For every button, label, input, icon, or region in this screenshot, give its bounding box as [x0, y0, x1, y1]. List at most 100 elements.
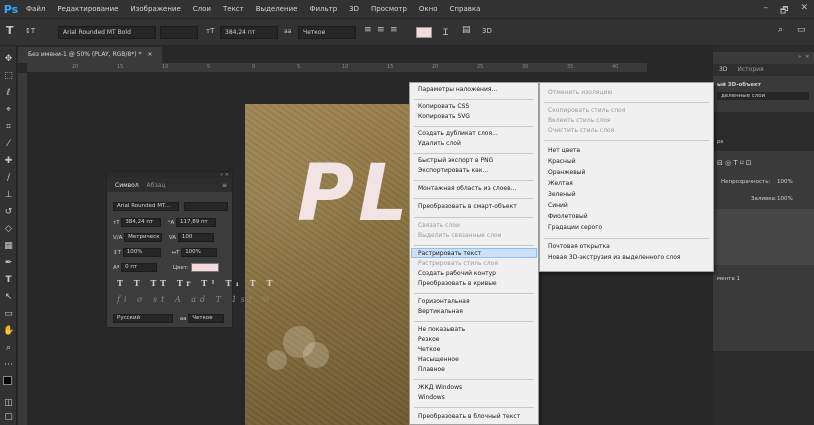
- layer-filter-icons[interactable]: ⊟ ◎ T ⌑ ⊡: [717, 159, 752, 167]
- menu-item-aa-crisp[interactable]: Четкое: [418, 346, 440, 353]
- zoom-tool-icon[interactable]: ⌕: [3, 343, 14, 354]
- type-tool-icon[interactable]: T: [3, 275, 14, 286]
- photoshop-logo[interactable]: Ps: [2, 1, 20, 17]
- menu-item-color-orange[interactable]: Оранжевый: [548, 169, 585, 176]
- menu-item-duplicate-layer[interactable]: Создать дубликат слоя...: [418, 130, 498, 137]
- character-panel-icon[interactable]: ▤: [462, 25, 471, 35]
- menu-item-quick-export-png[interactable]: Быстрый экспорт в PNG: [418, 157, 493, 164]
- menu-item-convert-smart-object[interactable]: Преобразовать в смарт-объект: [418, 203, 517, 210]
- restore-icon[interactable]: 🗗: [780, 3, 788, 19]
- stamp-tool-icon[interactable]: ⊥: [3, 190, 14, 201]
- menu-image[interactable]: Изображение: [124, 5, 186, 13]
- screen-mode-icon[interactable]: ▢: [3, 412, 14, 423]
- font-style-select[interactable]: [160, 26, 198, 39]
- char-vertical-scale[interactable]: 100%: [122, 248, 161, 257]
- menu-item-postcard[interactable]: Почтовая открытка: [548, 243, 610, 250]
- pen-tool-icon[interactable]: ✒: [3, 258, 14, 269]
- tab-history[interactable]: История: [737, 66, 763, 73]
- layer-row[interactable]: [713, 209, 814, 265]
- char-font-family[interactable]: Arial Rounded MT...: [113, 202, 179, 211]
- crop-tool-icon[interactable]: ⌗: [3, 122, 14, 133]
- document-canvas[interactable]: PL: [245, 104, 410, 425]
- tab-3d[interactable]: 3D: [719, 66, 727, 73]
- opentype-buttons[interactable]: fi σ st A ad T 1st ½: [117, 295, 274, 304]
- canvas-text-layer[interactable]: PL: [297, 149, 410, 239]
- menu-item-blending-options[interactable]: Параметры наложения...: [418, 86, 497, 93]
- 3d-source-select[interactable]: деленные слои: [717, 92, 809, 100]
- quick-mask-icon[interactable]: ◫: [3, 398, 14, 409]
- gradient-tool-icon[interactable]: ▦: [3, 241, 14, 252]
- menu-layers[interactable]: Слои: [187, 5, 217, 13]
- menu-item-aa-windows-lcd[interactable]: ЖКД Windows: [418, 384, 462, 391]
- menu-file[interactable]: Файл: [20, 5, 51, 13]
- menu-help[interactable]: Справка: [444, 5, 487, 13]
- menu-type[interactable]: Текст: [217, 5, 250, 13]
- hand-tool-icon[interactable]: ✋: [3, 326, 14, 337]
- font-size-select[interactable]: 384,24 пт: [220, 26, 278, 39]
- tab-paragraph[interactable]: Абзац: [147, 182, 166, 189]
- menu-edit[interactable]: Редактирование: [51, 5, 124, 13]
- char-style-buttons[interactable]: T T TT Tr T¹ T₁ T T: [117, 278, 276, 288]
- menu-item-vertical[interactable]: Вертикальная: [418, 308, 463, 315]
- char-font-style[interactable]: [183, 202, 228, 211]
- shape-tool-icon[interactable]: ▭: [3, 309, 14, 320]
- more-tools-icon[interactable]: ⋯: [3, 360, 14, 371]
- menu-item-new-3d-extrusion[interactable]: Новая 3D-экструзия из выделенного слоя: [548, 254, 681, 261]
- menu-item-color-yellow[interactable]: Желтая: [548, 180, 573, 187]
- menu-select[interactable]: Выделение: [250, 5, 304, 13]
- antialias-select[interactable]: Четкое: [298, 26, 356, 39]
- char-antialias-select[interactable]: Четкое: [188, 314, 225, 323]
- history-brush-icon[interactable]: ↺: [3, 207, 14, 218]
- fill-value[interactable]: 100%: [777, 196, 793, 202]
- menu-view[interactable]: Просмотр: [365, 5, 413, 13]
- menu-window[interactable]: Окно: [413, 5, 444, 13]
- menu-item-color-red[interactable]: Красный: [548, 158, 576, 165]
- text-color-swatch[interactable]: [416, 27, 432, 38]
- text-orientation-icon[interactable]: ↕T: [25, 27, 35, 35]
- menu-item-aa-strong[interactable]: Насыщенное: [418, 356, 459, 363]
- menu-item-aa-smooth[interactable]: Плавное: [418, 366, 445, 373]
- search-icon[interactable]: ⌕: [778, 25, 783, 35]
- close-icon[interactable]: ✕: [800, 3, 808, 19]
- font-family-select[interactable]: Arial Rounded MT Bold: [58, 26, 156, 39]
- healing-tool-icon[interactable]: ✚: [3, 156, 14, 167]
- menu-item-export-as[interactable]: Экспортировать как...: [418, 167, 488, 174]
- align-right-icon[interactable]: ≡: [390, 25, 398, 35]
- menu-item-create-work-path[interactable]: Создать рабочий контур: [418, 270, 496, 277]
- char-leading[interactable]: 117,89 пт: [175, 218, 216, 227]
- menu-item-horizontal[interactable]: Горизонтальная: [418, 298, 470, 305]
- menu-item-rasterize-type[interactable]: Растрировать текст: [418, 250, 481, 257]
- 3d-button[interactable]: 3D: [482, 27, 492, 35]
- menu-filter[interactable]: Фильтр: [303, 5, 343, 13]
- eyedropper-tool-icon[interactable]: ⁄: [3, 139, 14, 150]
- menu-item-color-blue[interactable]: Синий: [548, 202, 568, 209]
- move-tool-icon[interactable]: ✥: [3, 54, 14, 65]
- char-baseline-shift[interactable]: 0 пт: [121, 263, 158, 272]
- menu-item-copy-css[interactable]: Копировать CSS: [418, 103, 469, 110]
- menu-item-convert-to-shape[interactable]: Преобразовать в кривые: [418, 280, 497, 287]
- lasso-tool-icon[interactable]: ℓ: [3, 88, 14, 99]
- menu-item-aa-none[interactable]: Не показывать: [418, 326, 465, 333]
- menu-item-delete-layer[interactable]: Удалить слой: [418, 140, 461, 147]
- align-center-icon[interactable]: ≡: [377, 25, 385, 35]
- menu-item-color-violet[interactable]: Фиолетовый: [548, 213, 588, 220]
- menu-item-color-green[interactable]: Зеленый: [548, 191, 576, 198]
- char-language-select[interactable]: Русский: [113, 314, 173, 323]
- close-panel-icon[interactable]: ×: [805, 54, 810, 60]
- quick-select-tool-icon[interactable]: ⌖: [3, 105, 14, 116]
- foreground-color-swatch[interactable]: [3, 376, 12, 385]
- panel-menu-icon[interactable]: ≡: [222, 182, 227, 189]
- tab-character[interactable]: Символ: [115, 182, 139, 189]
- minimize-icon[interactable]: –: [764, 3, 769, 19]
- warp-text-icon[interactable]: Ɪ: [443, 25, 448, 38]
- menu-item-aa-windows[interactable]: Windows: [418, 394, 445, 401]
- close-tab-icon[interactable]: ×: [147, 51, 152, 58]
- align-left-icon[interactable]: ≡: [364, 25, 372, 35]
- menu-item-aa-sharp[interactable]: Резкое: [418, 336, 440, 343]
- path-select-tool-icon[interactable]: ↖: [3, 292, 14, 303]
- brush-tool-icon[interactable]: ∕: [3, 173, 14, 184]
- menu-item-convert-paragraph-text[interactable]: Преобразовать в блочный текст: [418, 413, 520, 420]
- layer-name[interactable]: мента 1: [717, 276, 740, 282]
- char-tracking[interactable]: 100: [177, 233, 214, 242]
- opacity-value[interactable]: 100%: [777, 179, 793, 185]
